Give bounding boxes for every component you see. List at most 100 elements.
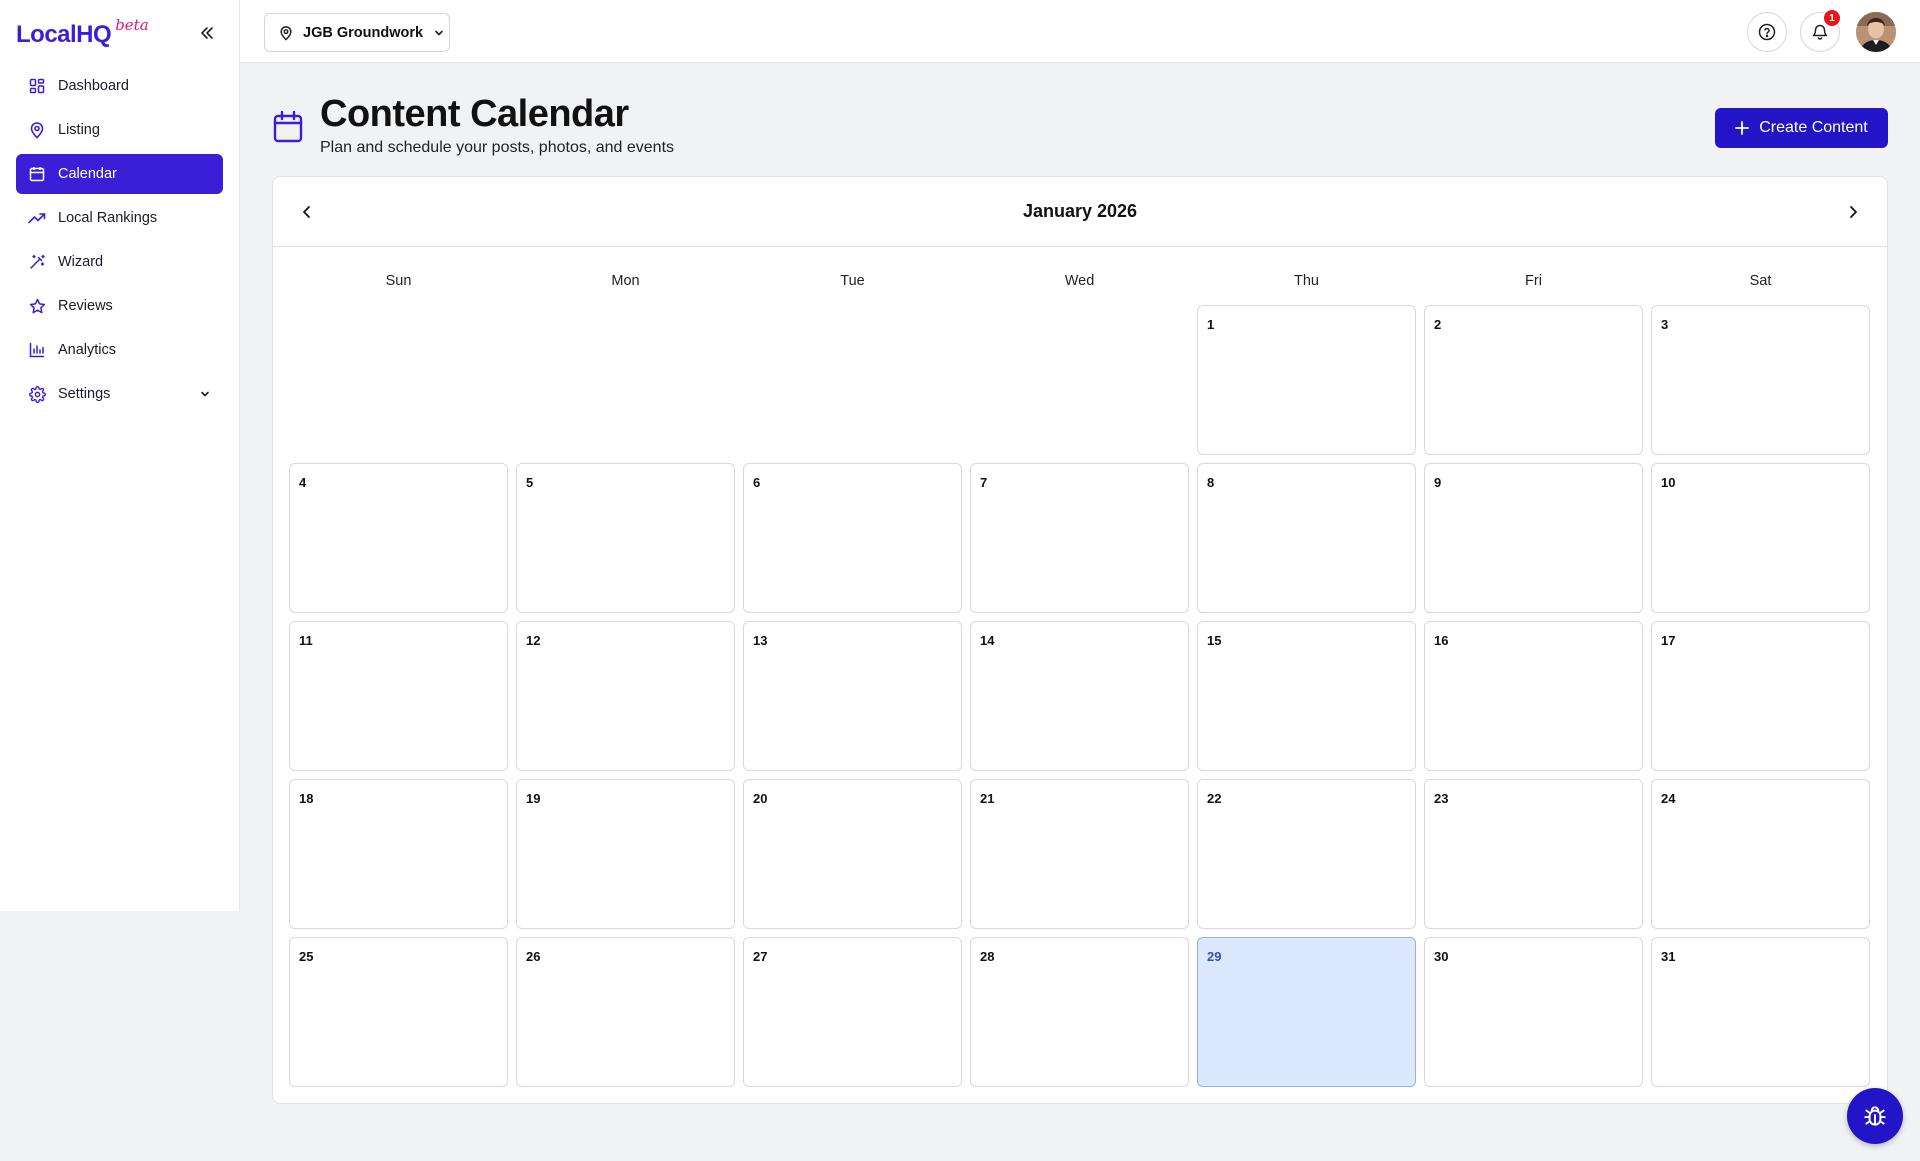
day-number: 21	[980, 791, 995, 806]
day-number: 2	[1434, 317, 1442, 332]
calendar-day[interactable]: 9	[1424, 463, 1643, 613]
report-bug-button[interactable]	[1847, 1088, 1903, 1144]
create-content-label: Create Content	[1759, 119, 1868, 136]
help-button[interactable]	[1747, 12, 1787, 52]
calendar-day[interactable]: 2	[1424, 305, 1643, 455]
day-number: 18	[299, 791, 314, 806]
day-number: 27	[753, 949, 768, 964]
day-number: 30	[1434, 949, 1449, 964]
day-number: 9	[1434, 475, 1442, 490]
map-pin-icon	[279, 25, 293, 41]
sidebar-item-label: Reviews	[58, 298, 113, 314]
day-number: 11	[299, 633, 313, 648]
day-number: 22	[1207, 791, 1222, 806]
weekday-label: Thu	[1294, 273, 1319, 289]
bar-chart-icon	[28, 341, 46, 359]
calendar-day[interactable]: 5	[516, 463, 735, 613]
brand-logo[interactable]: LocalHQ beta	[16, 16, 149, 52]
weekday-label: Sun	[385, 273, 412, 289]
calendar-day[interactable]: 3	[1651, 305, 1870, 455]
calendar-day[interactable]: 16	[1424, 621, 1643, 771]
calendar-day[interactable]: 25	[289, 937, 508, 1087]
day-number: 20	[753, 791, 768, 806]
sidebar-item-local-rankings[interactable]: Local Rankings	[16, 198, 223, 238]
calendar-day[interactable]: 8	[1197, 463, 1416, 613]
create-content-button[interactable]: Create Content	[1715, 108, 1888, 148]
day-number: 13	[753, 633, 768, 648]
day-number: 8	[1207, 475, 1215, 490]
page-title: Content Calendar	[320, 93, 629, 135]
sidebar-item-calendar[interactable]: Calendar	[16, 154, 223, 194]
calendar-icon	[272, 110, 304, 149]
notification-badge: 1	[1824, 10, 1840, 26]
top-bar: JGB Groundwork 1	[240, 0, 1920, 63]
calendar-day[interactable]: 4	[289, 463, 508, 613]
calendar-day[interactable]: 19	[516, 779, 735, 929]
calendar-day[interactable]: 11	[289, 621, 508, 771]
day-number: 7	[980, 475, 988, 490]
chevron-down-icon	[433, 27, 445, 39]
gear-icon	[28, 385, 46, 403]
day-number: 23	[1434, 791, 1449, 806]
day-number: 25	[299, 949, 314, 964]
brand-tag: beta	[115, 16, 149, 34]
chevrons-left-icon	[201, 27, 213, 39]
day-number: 29	[1207, 949, 1222, 964]
calendar-day[interactable]: 12	[516, 621, 735, 771]
calendar-day[interactable]: 27	[743, 937, 962, 1087]
calendar-day[interactable]: 30	[1424, 937, 1643, 1087]
dashboard-icon	[28, 77, 46, 95]
map-pin-icon	[28, 121, 46, 139]
avatar[interactable]	[1856, 12, 1896, 52]
sidebar-item-dashboard[interactable]: Dashboard	[16, 66, 223, 106]
calendar-header: January 2026	[273, 177, 1887, 247]
star-icon	[28, 297, 46, 315]
day-number: 3	[1661, 317, 1669, 332]
day-number: 10	[1661, 475, 1676, 490]
day-number: 28	[980, 949, 995, 964]
calendar-day[interactable]: 24	[1651, 779, 1870, 929]
calendar-day-today[interactable]: 29	[1197, 937, 1416, 1087]
magic-wand-icon	[28, 253, 46, 271]
calendar-day[interactable]: 14	[970, 621, 1189, 771]
calendar-day[interactable]: 15	[1197, 621, 1416, 771]
calendar-day[interactable]: 7	[970, 463, 1189, 613]
calendar-day[interactable]: 26	[516, 937, 735, 1087]
bell-icon	[1812, 24, 1828, 40]
calendar-day[interactable]: 21	[970, 779, 1189, 929]
sidebar: LocalHQ beta Dashboard Listing Calendar	[0, 0, 240, 911]
calendar-day[interactable]: 22	[1197, 779, 1416, 929]
calendar-day[interactable]: 28	[970, 937, 1189, 1087]
calendar-day[interactable]: 13	[743, 621, 962, 771]
calendar-day[interactable]: 23	[1424, 779, 1643, 929]
location-name: JGB Groundwork	[303, 24, 424, 41]
weekday-label: Wed	[1064, 273, 1095, 289]
weekday-label: Fri	[1525, 273, 1542, 289]
calendar-day[interactable]: 18	[289, 779, 508, 929]
calendar-day[interactable]: 31	[1651, 937, 1870, 1087]
chevron-right-icon	[1850, 206, 1857, 218]
sidebar-item-label: Analytics	[58, 342, 117, 358]
notifications-button[interactable]: 1	[1800, 10, 1840, 52]
calendar-day[interactable]: 6	[743, 463, 962, 613]
sidebar-item-analytics[interactable]: Analytics	[16, 330, 223, 370]
day-number: 15	[1207, 633, 1222, 648]
sidebar-item-reviews[interactable]: Reviews	[16, 286, 223, 326]
day-number: 31	[1661, 949, 1676, 964]
calendar-day[interactable]: 1	[1197, 305, 1416, 455]
calendar-day[interactable]: 10	[1651, 463, 1870, 613]
page-subtitle: Plan and schedule your posts, photos, an…	[320, 139, 675, 156]
collapse-sidebar-button[interactable]	[196, 22, 218, 44]
sidebar-item-listing[interactable]: Listing	[16, 110, 223, 150]
calendar-day[interactable]: 17	[1651, 621, 1870, 771]
sidebar-nav: Dashboard Listing Calendar Local Ranking…	[16, 66, 223, 418]
calendar-day[interactable]: 20	[743, 779, 962, 929]
next-month-button[interactable]	[1839, 198, 1867, 226]
sidebar-item-wizard[interactable]: Wizard	[16, 242, 223, 282]
day-number: 14	[980, 633, 995, 648]
location-selector[interactable]: JGB Groundwork	[264, 13, 450, 52]
sidebar-item-settings[interactable]: Settings	[16, 374, 223, 414]
day-number: 17	[1661, 633, 1676, 648]
brand-name: LocalHQ	[16, 21, 112, 48]
day-number: 1	[1207, 317, 1215, 332]
